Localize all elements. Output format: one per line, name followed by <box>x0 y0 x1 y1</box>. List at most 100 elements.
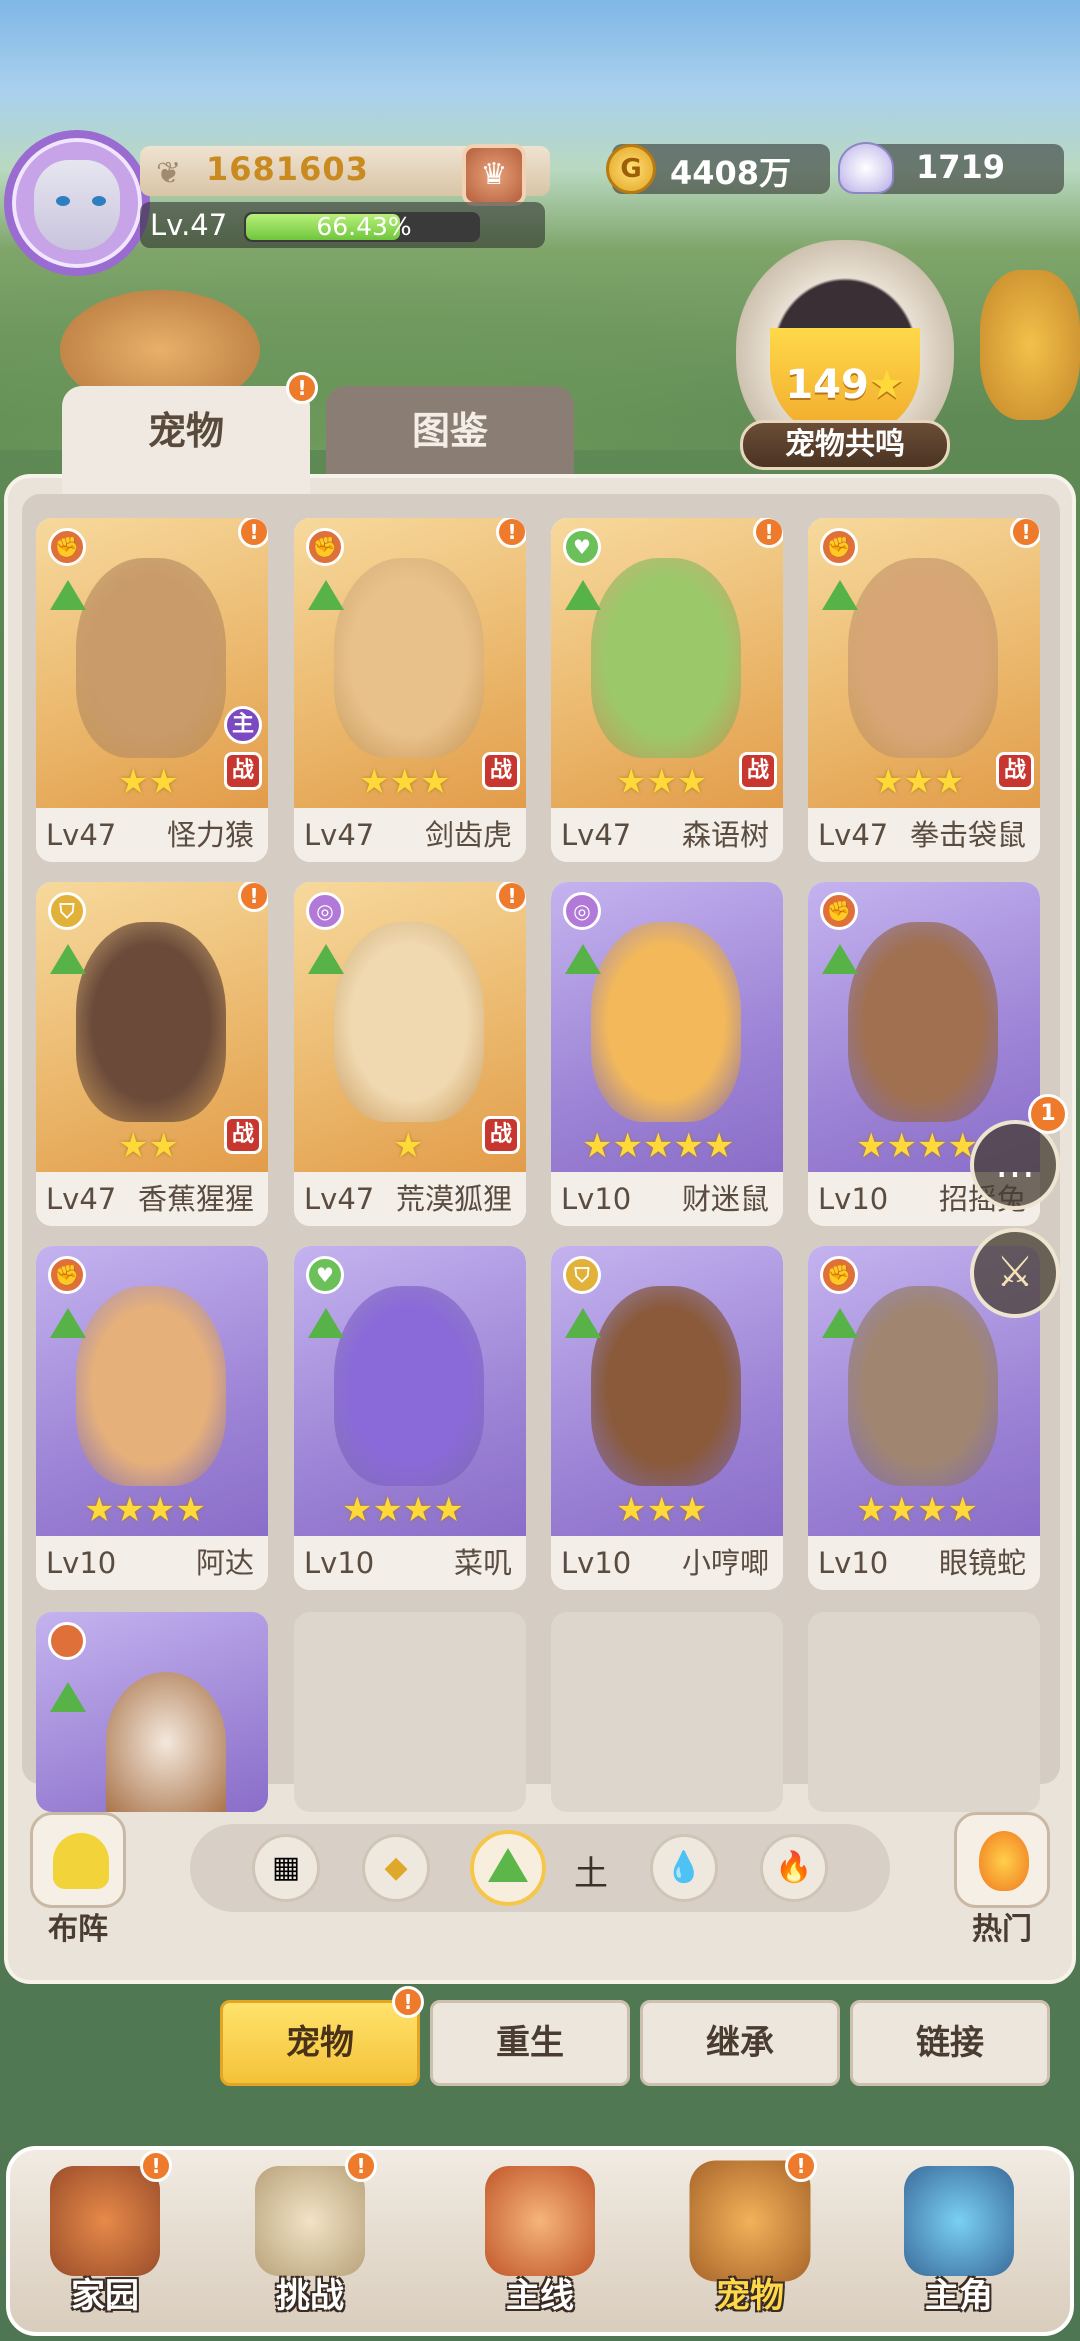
shell-icon <box>838 142 894 194</box>
pet-card[interactable]: ⛉ ★★★ Lv10 小哼唧 <box>551 1246 783 1590</box>
filter-water-icon[interactable]: 💧 <box>650 1834 718 1902</box>
pet-card[interactable]: ♥ ★★★★ Lv10 菜叽 <box>294 1246 526 1590</box>
attack-type-icon: ✊ <box>820 1256 858 1294</box>
empty-pet-slot <box>808 1612 1040 1812</box>
tab-codex[interactable]: 图鉴 <box>326 386 574 486</box>
pet-name: 菜叽 <box>453 1546 512 1580</box>
attack-type-icon: ✊ <box>306 528 344 566</box>
pet-card-partial[interactable] <box>36 1612 268 1812</box>
star-rating: ★★★★ <box>856 1490 978 1530</box>
pet-alert-badge: ! <box>496 518 526 548</box>
subtab-pets[interactable]: 宠物 <box>220 2000 420 2086</box>
earth-terrain-icon <box>50 944 86 974</box>
battle-swords-icon[interactable]: ⚔ <box>970 1228 1060 1318</box>
nav-home-label: 家园 <box>71 2276 139 2316</box>
pet-name: 小哼唧 <box>681 1546 769 1580</box>
power-value: 1681603 <box>206 150 369 188</box>
pet-namebar: Lv47 香蕉猩猩 <box>36 1172 268 1226</box>
pet-namebar: Lv47 剑齿虎 <box>294 808 526 862</box>
nav-challenge[interactable]: ! 挑战 <box>225 2150 395 2340</box>
pet-alert-badge: ! <box>238 882 268 912</box>
pet-name: 荒漠狐狸 <box>395 1182 512 1216</box>
filter-all-icon[interactable]: ▦ <box>252 1834 320 1902</box>
bird-decoration-right <box>980 270 1080 420</box>
star-rating: ★★★ <box>616 762 708 802</box>
subtab-link[interactable]: 链接 <box>850 2000 1050 2086</box>
player-avatar[interactable] <box>4 130 150 276</box>
subtab-pets-alert-badge: ! <box>392 1986 424 2018</box>
star-rating: ★★★ <box>873 762 965 802</box>
subtab-rebirth[interactable]: 重生 <box>430 2000 630 2086</box>
defense-type-icon: ⛉ <box>563 1256 601 1294</box>
pet-namebar: Lv10 眼镜蛇 <box>808 1536 1040 1590</box>
lineup-button[interactable] <box>30 1812 126 1908</box>
battle-badge: 战 <box>224 1116 262 1154</box>
nav-pets-label: 宠物 <box>716 2276 784 2316</box>
subtab-inherit[interactable]: 继承 <box>640 2000 840 2086</box>
attack-type-icon: ✊ <box>820 892 858 930</box>
empty-pet-slot <box>294 1612 526 1812</box>
pet-name: 拳击袋鼠 <box>909 818 1026 852</box>
gold-amount: 4408万 <box>670 154 792 192</box>
earth-terrain-icon <box>308 580 344 610</box>
pet-level: Lv47 <box>304 1182 375 1216</box>
filter-fire-icon[interactable]: 🔥 <box>760 1834 828 1902</box>
chat-badge: 1 <box>1028 1094 1068 1134</box>
people-icon <box>53 1833 109 1889</box>
filter-metal-icon[interactable]: ◆ <box>362 1834 430 1902</box>
pet-level: Lv10 <box>561 1546 632 1580</box>
star-rating: ★★ <box>118 1126 179 1166</box>
star-rating: ★★★★ <box>856 1126 978 1166</box>
pet-card[interactable]: ♥ ★★★ 战 Lv47 森语树! <box>551 518 783 862</box>
main-badge: 主 <box>224 706 262 744</box>
nav-home[interactable]: ! 家园 <box>20 2150 190 2340</box>
pet-card[interactable]: ✊ ★★ 主战 Lv47 怪力猿! <box>36 518 268 862</box>
hot-button[interactable] <box>954 1812 1050 1908</box>
pet-portrait <box>591 1286 741 1486</box>
earth-terrain-icon <box>822 944 858 974</box>
nav-alert-badge: ! <box>785 2150 817 2182</box>
attack-type-icon: ✊ <box>48 1256 86 1294</box>
pet-portrait <box>334 922 484 1122</box>
pet-level: Lv47 <box>46 1182 117 1216</box>
earth-terrain-icon <box>50 1308 86 1338</box>
resonance-count: 149★ <box>785 362 905 408</box>
pet-namebar: Lv47 拳击袋鼠 <box>808 808 1040 862</box>
battle-badge: 战 <box>224 752 262 790</box>
pet-card[interactable]: ⛉ ★★ 战 Lv47 香蕉猩猩! <box>36 882 268 1226</box>
earth-icon <box>488 1848 528 1882</box>
star-rating: ★★★ <box>359 762 451 802</box>
pet-level: Lv10 <box>304 1546 375 1580</box>
pet-portrait <box>334 1286 484 1486</box>
star-rating: ★★★ <box>616 1490 708 1530</box>
pet-portrait <box>591 558 741 758</box>
pet-alert-badge: ! <box>238 518 268 548</box>
flame-icon <box>979 1831 1029 1891</box>
nav-hero-label: 主角 <box>925 2276 993 2316</box>
pet-portrait <box>76 1286 226 1486</box>
nav-main-quest[interactable]: 主线 <box>455 2150 625 2340</box>
pet-card[interactable]: ✊ ★★★ 战 Lv47 拳击袋鼠! <box>808 518 1040 862</box>
earth-terrain-icon <box>822 1308 858 1338</box>
pet-namebar: Lv10 财迷鼠 <box>551 1172 783 1226</box>
nav-pets[interactable]: ! 宠物 <box>665 2150 835 2340</box>
pet-alert-badge: ! <box>1010 518 1040 548</box>
tab-pets[interactable]: 宠物 <box>62 386 310 496</box>
pet-card[interactable]: ◎ ★★★★★ Lv10 财迷鼠 <box>551 882 783 1226</box>
pet-name: 财迷鼠 <box>681 1182 769 1216</box>
pet-name: 阿达 <box>195 1546 254 1580</box>
pet-name: 怪力猿 <box>166 818 254 852</box>
xp-percent: 66.43% <box>316 212 412 241</box>
battle-badge: 战 <box>482 1116 520 1154</box>
earth-terrain-icon <box>50 580 86 610</box>
pet-card[interactable]: ✊ ★★★ 战 Lv47 剑齿虎! <box>294 518 526 862</box>
pet-namebar: Lv10 阿达 <box>36 1536 268 1590</box>
pet-card[interactable]: ✊ ★★★★ Lv10 阿达 <box>36 1246 268 1590</box>
pet-namebar: Lv10 小哼唧 <box>551 1536 783 1590</box>
pet-card[interactable]: ◎ ★ 战 Lv47 荒漠狐狸! <box>294 882 526 1226</box>
pet-level: Lv47 <box>46 818 117 852</box>
gold-coin-icon: G <box>606 144 656 194</box>
rank-badge-icon[interactable]: ♛ <box>462 144 526 206</box>
shell-amount: 1719 <box>916 148 1006 186</box>
nav-hero[interactable]: 主角 <box>874 2150 1044 2340</box>
